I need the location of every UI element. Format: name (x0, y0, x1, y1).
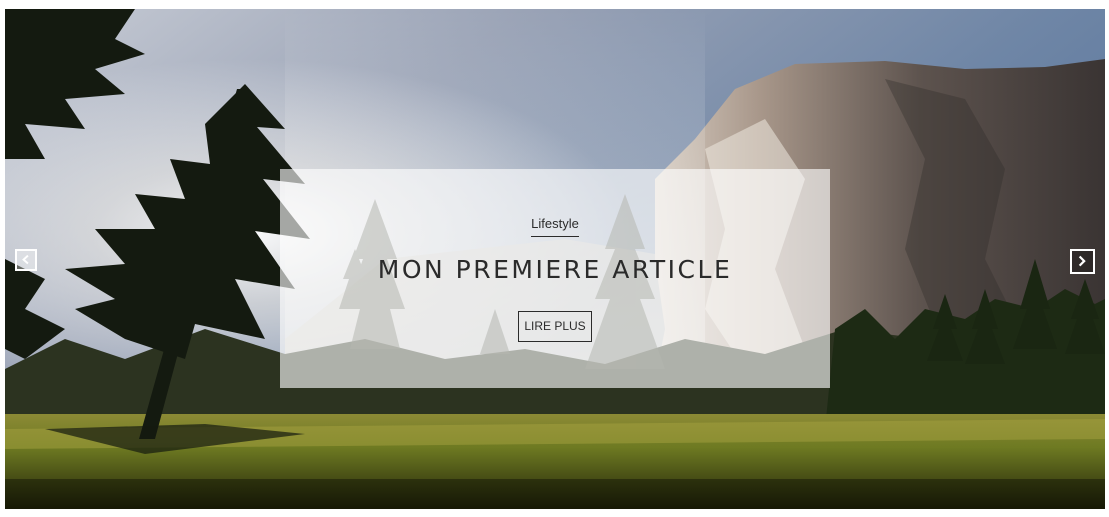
category-link-wrap: Lifestyle (280, 215, 830, 237)
read-more-button[interactable]: LIRE PLUS (518, 311, 592, 342)
slide-title[interactable]: MON PREMIERE ARTICLE (280, 255, 830, 284)
chevron-right-icon (1078, 255, 1086, 267)
read-more-wrap: LIRE PLUS (280, 311, 830, 342)
next-slide-button[interactable] (1070, 249, 1095, 274)
slide-caption-panel: Lifestyle MON PREMIERE ARTICLE LIRE PLUS (280, 169, 830, 388)
chevron-left-icon (22, 254, 29, 265)
category-link[interactable]: Lifestyle (531, 216, 579, 237)
prev-slide-button[interactable] (15, 249, 37, 271)
hero-slider: Lifestyle MON PREMIERE ARTICLE LIRE PLUS (5, 9, 1105, 509)
